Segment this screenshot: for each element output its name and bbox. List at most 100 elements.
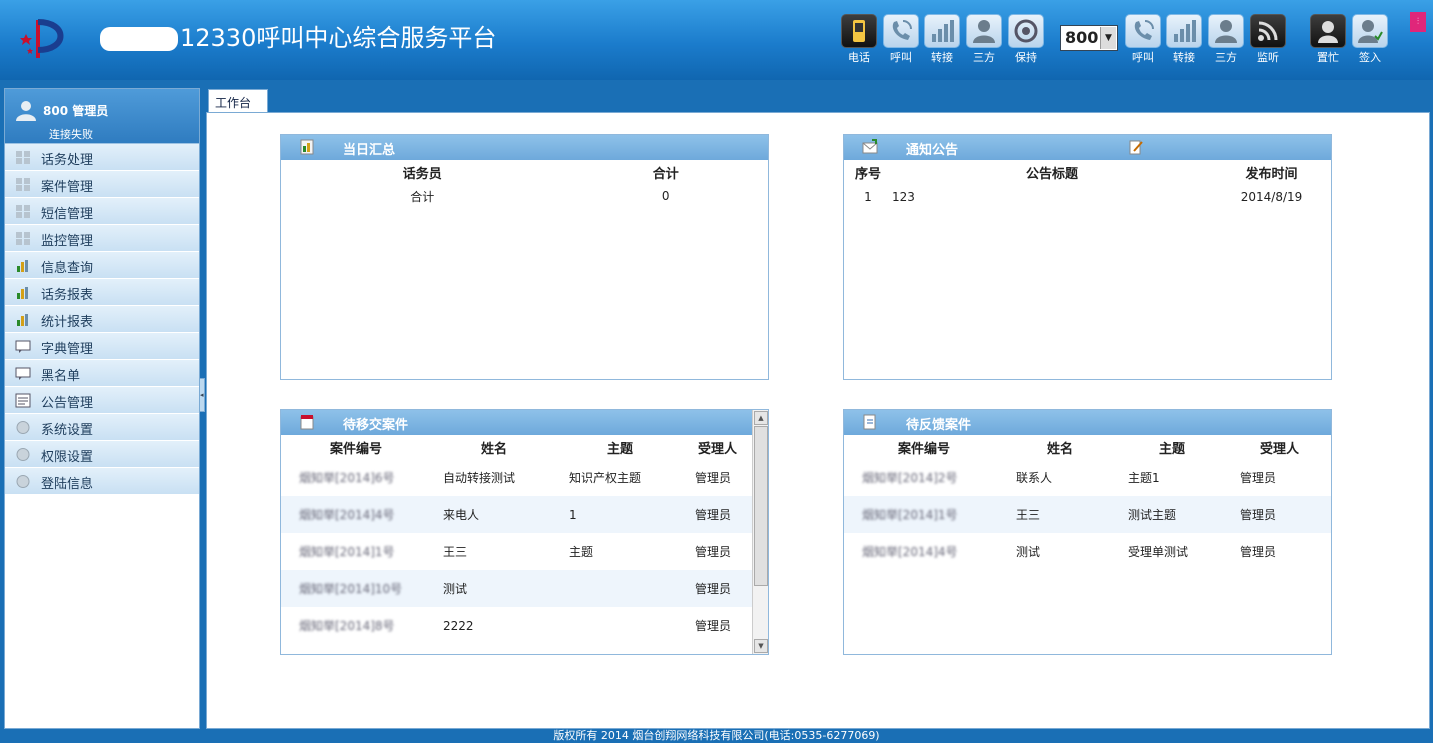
user-box: 800 管理员 连接失败 (5, 89, 199, 144)
table-row[interactable]: 烟知举[2014]6号 自动转接测试 知识产权主题 管理员 (281, 459, 752, 496)
table-cell: 合计 (410, 189, 435, 204)
panel-header: 当日汇总 (281, 135, 768, 160)
table-cell: 受理单测试 (1116, 533, 1228, 570)
sidebar-item[interactable]: 话务处理 (5, 144, 199, 171)
table-cell: 测试 (431, 570, 557, 607)
cell-text: 管理员 (1240, 508, 1277, 522)
calendar-icon (300, 415, 314, 430)
line-select[interactable]: 800 ▼ (1060, 25, 1118, 51)
circle-icon (15, 474, 31, 489)
column-header: 主题 (1158, 441, 1185, 457)
pending-feedback-panel: 待反馈案件 案件编号 姓名 主题 受理人 烟知举[2014]2号 联系人 主题1 管理… (843, 409, 1332, 655)
scroll-down-icon[interactable]: ▼ (754, 639, 768, 653)
table-cell: 管理员 (1228, 459, 1331, 496)
sidebar-item[interactable]: 登陆信息 (5, 468, 199, 495)
sidebar-item[interactable]: 短信管理 (5, 198, 199, 225)
table-cell: 王三 (431, 533, 557, 570)
table-row[interactable]: 烟知举[2014]1号 王三 主题 管理员 (281, 533, 752, 570)
call-button[interactable]: 呼叫 (881, 14, 921, 64)
table-row[interactable]: 烟知举[2014]8号 2222 管理员 (281, 607, 752, 644)
sidebar-item[interactable]: 统计报表 (5, 306, 199, 333)
sidebar-item[interactable]: 案件管理 (5, 171, 199, 198)
cell-text: 烟知举[2014]10号 (299, 582, 403, 596)
table-row[interactable]: 烟知举[2014]2号 联系人 主题1 管理员 (844, 459, 1331, 496)
table-row[interactable]: 烟知举[2014]1号 王三 测试主题 管理员 (844, 496, 1331, 533)
panel-title: 当日汇总 (343, 143, 396, 158)
workbench-content: 当日汇总 话务员 合计 合计 0 通知公告 序号 公告标题 发布时间 1 123… (206, 112, 1430, 729)
table-cell: 1 (864, 190, 872, 204)
grid-icon (15, 177, 31, 192)
mail-icon (862, 139, 878, 154)
panel-header: 通知公告 (844, 135, 1331, 160)
tab-workbench[interactable]: 工作台 (208, 89, 268, 112)
pending-feedback-table: 案件编号 姓名 主题 受理人 烟知举[2014]2号 联系人 主题1 管理员 烟知举[2… (844, 435, 1331, 570)
transfer-button-2[interactable]: 转接 (1164, 14, 1204, 64)
grid-icon (15, 150, 31, 165)
user-avatar-icon (16, 101, 36, 121)
column-header: 合计 (652, 166, 679, 182)
conference-icon (966, 14, 1002, 48)
busy-button[interactable]: 置忙 (1308, 14, 1348, 64)
sidebar-item[interactable]: 监控管理 (5, 225, 199, 252)
notices-panel: 通知公告 序号 公告标题 发布时间 1 123 2014/8/19 (843, 134, 1332, 380)
pending-transfer-panel: 待移交案件 案件编号 姓名 主题 受理人 烟知举[2014]6号 自动转接测试 知识… (280, 409, 769, 655)
table-cell: 知识产权主题 (557, 459, 683, 496)
call-icon (1125, 14, 1161, 48)
column-header: 发布时间 (1245, 166, 1298, 182)
cell-text: 2222 (443, 618, 474, 633)
column-header: 案件编号 (329, 441, 382, 457)
transfer-button[interactable]: 转接 (922, 14, 962, 64)
scroll-up-icon[interactable]: ▲ (754, 411, 768, 425)
table-row[interactable]: 烟知举[2014]4号 来电人 1 管理员 (281, 496, 752, 533)
call-button-2[interactable]: 呼叫 (1123, 14, 1163, 64)
table-cell: 管理员 (1228, 496, 1331, 533)
cell-text: 王三 (443, 545, 468, 559)
table-row[interactable]: 1 123 2014/8/19 (844, 184, 1331, 210)
case-number-cell: 烟知举[2014]6号 (281, 459, 431, 496)
table-cell: 管理员 (683, 459, 752, 496)
cell-text: 1 (569, 507, 577, 522)
sign-in-button[interactable]: 签入 (1350, 14, 1390, 64)
cell-text: 测试 (1016, 545, 1041, 559)
sidebar-item[interactable]: 公告管理 (5, 387, 199, 414)
sidebar-item[interactable]: 话务报表 (5, 279, 199, 306)
grid-icon (15, 231, 31, 246)
cell-text: 管理员 (695, 545, 732, 559)
sidebar-item[interactable]: 信息查询 (5, 252, 199, 279)
phone-button[interactable]: 电话 (839, 14, 879, 64)
sidebar-item-label: 案件管理 (41, 180, 94, 195)
sidebar-item[interactable]: 字典管理 (5, 333, 199, 360)
sidebar-item-label: 系统设置 (41, 423, 94, 438)
conference-button-2[interactable]: 三方 (1206, 14, 1246, 64)
table-row[interactable]: 烟知举[2014]10号 测试 管理员 (281, 570, 752, 607)
sidebar-item[interactable]: 黑名单 (5, 360, 199, 387)
cell-text: 烟知举[2014]1号 (862, 508, 958, 522)
hold-button[interactable]: 保持 (1006, 14, 1046, 64)
cell-text: 烟知举[2014]4号 (299, 508, 395, 522)
notice-title-link[interactable]: 123 (892, 184, 1212, 210)
daily-summary-panel: 当日汇总 话务员 合计 合计 0 (280, 134, 769, 380)
chevron-down-icon[interactable]: ▼ (1100, 27, 1116, 49)
table-cell: 管理员 (683, 570, 752, 607)
table-row[interactable]: 烟知举[2014]4号 测试 受理单测试 管理员 (844, 533, 1331, 570)
side-toggle-icon[interactable]: ⫶ (1410, 12, 1426, 32)
message-icon (15, 366, 31, 381)
transfer-icon (1166, 14, 1202, 48)
panel-header: 待移交案件 (281, 410, 752, 435)
case-number-cell: 烟知举[2014]2号 (844, 459, 1004, 496)
case-number-cell: 烟知举[2014]4号 (844, 533, 1004, 570)
column-header: 话务员 (402, 166, 442, 182)
sidebar-item[interactable]: 权限设置 (5, 441, 199, 468)
busy-icon (1310, 14, 1346, 48)
edit-icon[interactable] (1128, 139, 1144, 155)
monitor-button[interactable]: 监听 (1248, 14, 1288, 64)
conference-button[interactable]: 三方 (964, 14, 1004, 64)
table-cell: 王三 (1004, 496, 1116, 533)
table-cell: 管理员 (683, 607, 752, 644)
scroll-thumb[interactable] (754, 426, 768, 586)
scrollbar[interactable]: ▲ ▼ (752, 410, 768, 654)
table-cell: 管理员 (683, 533, 752, 570)
collapse-sidebar-handle[interactable]: ◂ (199, 378, 205, 412)
sidebar-item[interactable]: 系统设置 (5, 414, 199, 441)
case-number-cell: 烟知举[2014]1号 (844, 496, 1004, 533)
